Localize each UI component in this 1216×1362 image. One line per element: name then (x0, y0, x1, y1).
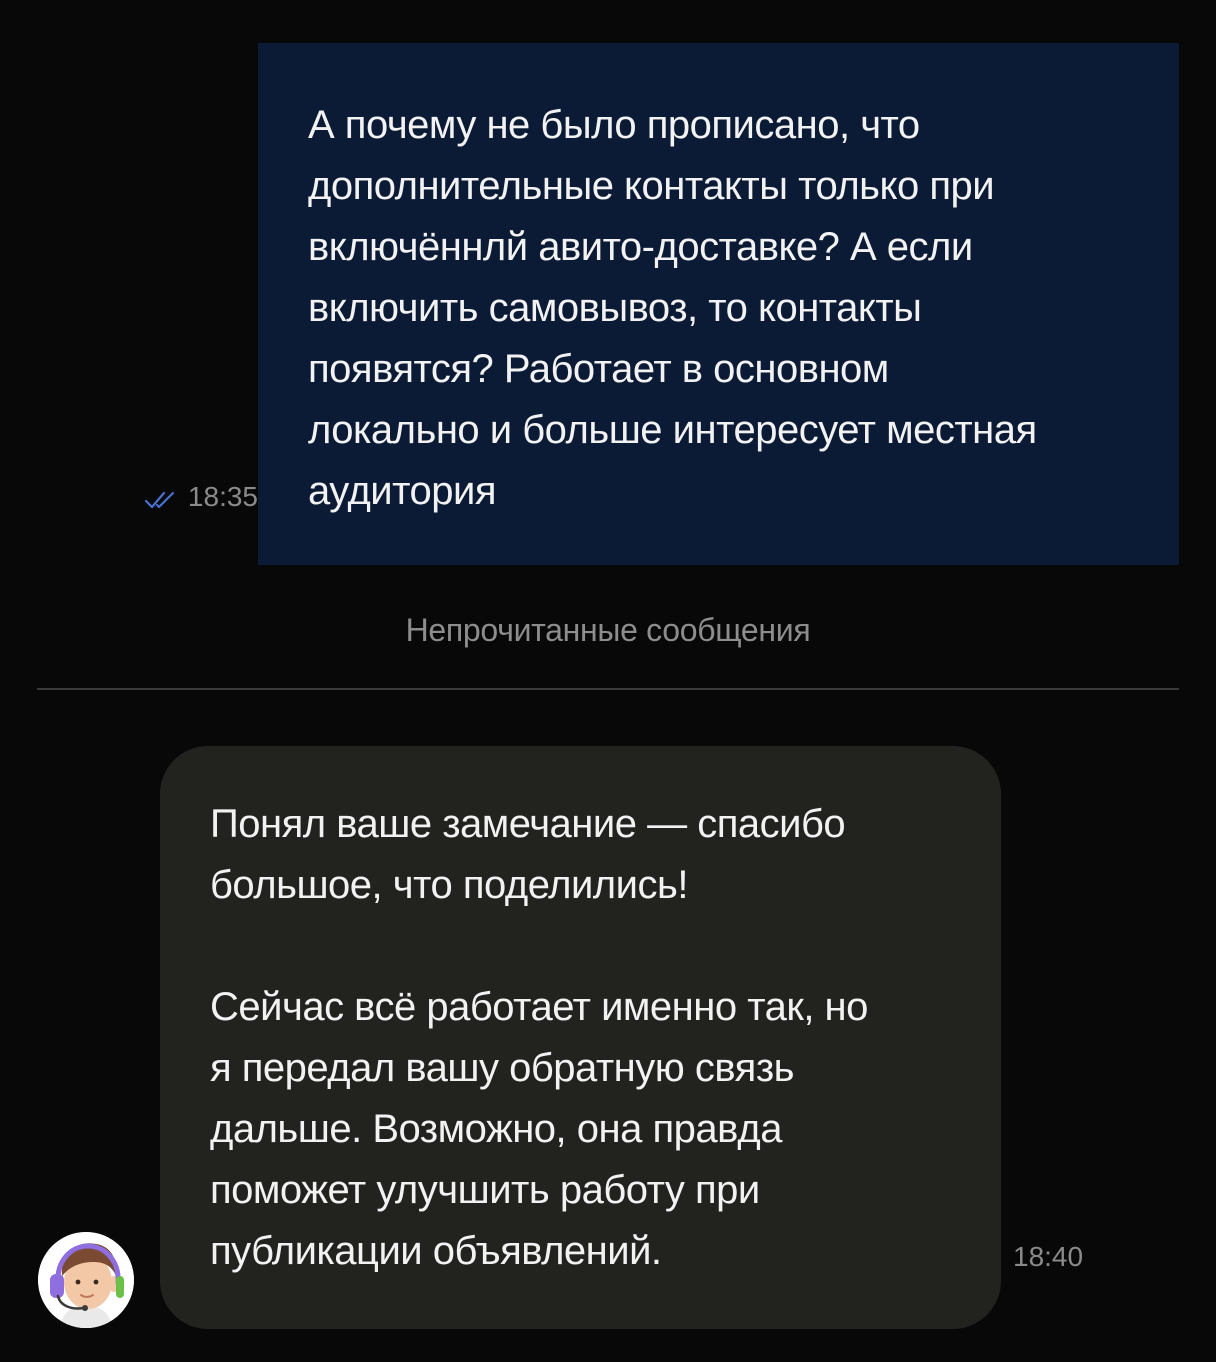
outgoing-message-time: 18:35 (187, 481, 258, 512)
chat-view[interactable]: 18:35 А почему не было прописано, что до… (0, 0, 1216, 1362)
incoming-message-bubble[interactable]: Понял ваше замечание — спасибо большое, … (160, 746, 1001, 1329)
support-agent-icon (38, 1232, 134, 1328)
outgoing-message-row: 18:35 А почему не было прописано, что до… (0, 43, 1216, 565)
double-check-icon (144, 486, 180, 509)
unread-divider-line (37, 688, 1179, 690)
incoming-message-time: 18:40 (1013, 1241, 1084, 1272)
unread-messages-label: Непрочитанные сообщения (405, 612, 811, 648)
outgoing-message-meta: 18:35 (144, 481, 258, 513)
outgoing-message-text: А почему не было прописано, что дополнит… (308, 103, 1037, 513)
outgoing-message-bubble[interactable]: А почему не было прописано, что дополнит… (258, 43, 1179, 565)
incoming-message-text: Понял ваше замечание — спасибо большое, … (210, 802, 868, 1273)
support-agent-avatar[interactable] (38, 1232, 134, 1328)
